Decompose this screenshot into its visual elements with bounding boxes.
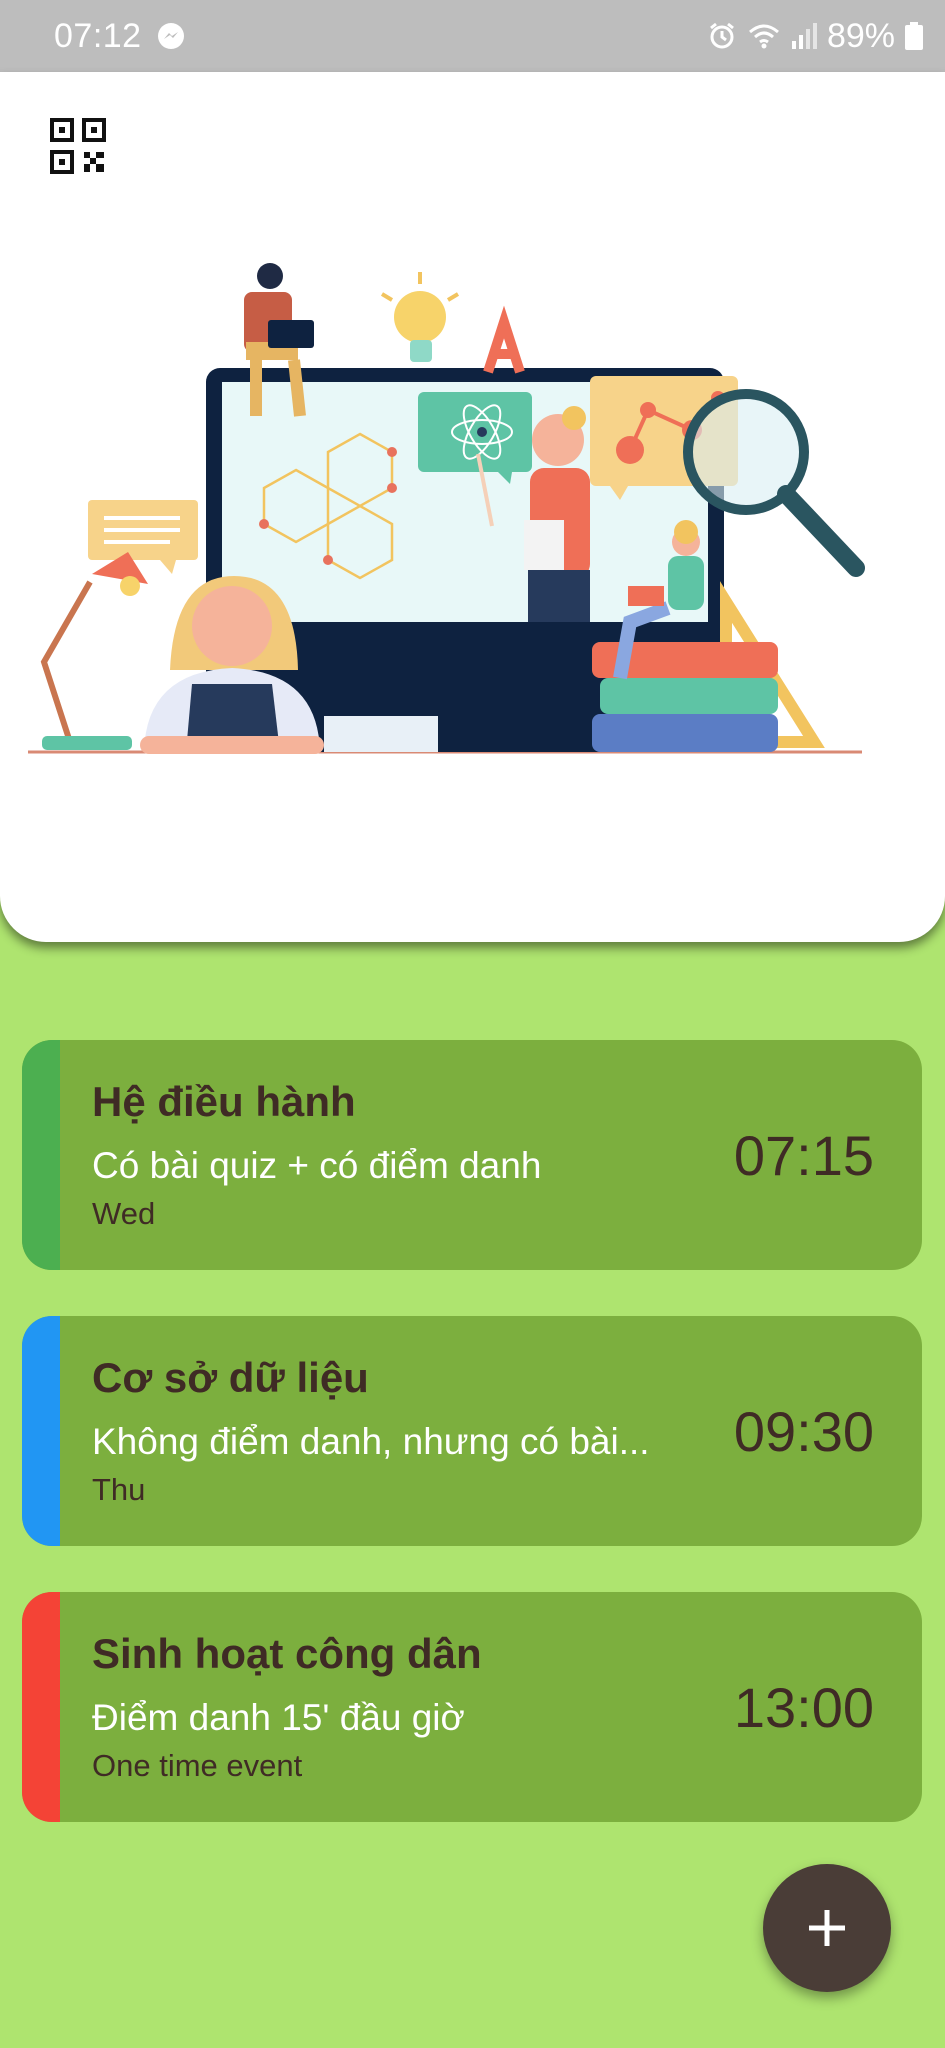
event-day: Thu xyxy=(92,1472,146,1507)
event-color-stripe xyxy=(22,1040,60,1270)
event-color-stripe xyxy=(22,1316,60,1546)
qr-code-icon[interactable] xyxy=(50,118,106,174)
status-bar: 07:12 89% xyxy=(0,0,945,72)
status-time: 07:12 xyxy=(54,16,142,55)
event-day: One time event xyxy=(92,1748,303,1783)
header-card xyxy=(0,72,945,942)
event-list: Hệ điều hành Có bài quiz + có điểm danh … xyxy=(22,1040,922,1868)
messenger-icon xyxy=(157,23,184,49)
wifi-icon xyxy=(748,24,779,49)
event-card[interactable]: Hệ điều hành Có bài quiz + có điểm danh … xyxy=(22,1040,922,1270)
event-time: 09:30 xyxy=(733,1399,874,1463)
event-time: 07:15 xyxy=(733,1123,874,1187)
event-note: Có bài quiz + có điểm danh xyxy=(92,1145,542,1186)
event-day: Wed xyxy=(92,1196,156,1231)
event-card[interactable]: Cơ sở dữ liệu Không điểm danh, nhưng có … xyxy=(22,1316,922,1546)
battery-percent: 89% xyxy=(826,16,895,55)
plus-icon xyxy=(809,1910,845,1946)
event-note: Không điểm danh, nhưng có bài... xyxy=(92,1421,650,1462)
status-icons: 89% xyxy=(707,17,923,56)
add-event-button[interactable] xyxy=(763,1864,891,1992)
event-title: Hệ điều hành xyxy=(92,1078,356,1125)
education-illustration xyxy=(28,263,865,754)
event-color-stripe xyxy=(22,1592,60,1822)
event-title: Sinh hoạt công dân xyxy=(92,1630,482,1677)
alarm-icon xyxy=(710,22,734,49)
event-time: 13:00 xyxy=(733,1675,874,1739)
signal-icon xyxy=(791,23,817,49)
event-note: Điểm danh 15' đầu giờ xyxy=(92,1697,465,1738)
event-title: Cơ sở dữ liệu xyxy=(92,1354,369,1401)
event-card[interactable]: Sinh hoạt công dân Điểm danh 15' đầu giờ… xyxy=(22,1592,922,1822)
battery-icon xyxy=(905,22,923,50)
